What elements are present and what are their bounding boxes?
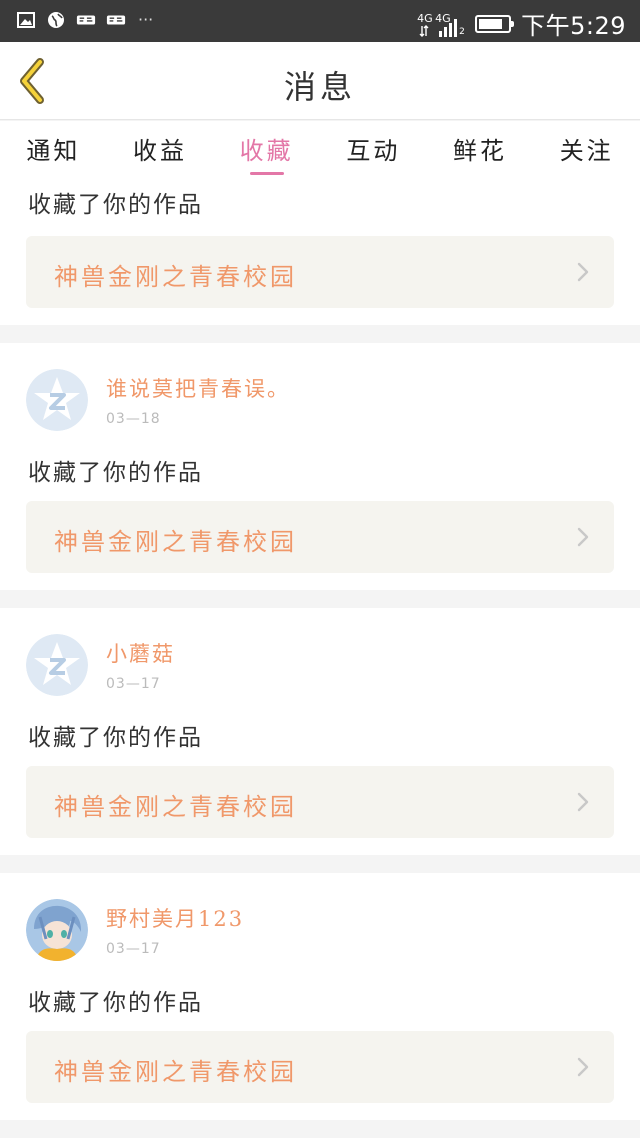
battery-icon (475, 14, 515, 33)
user-row[interactable]: 小蘑菇 03—17 (26, 634, 175, 696)
user-info: 谁说莫把青春误。 03—18 (106, 373, 290, 427)
list-item: 小蘑菇 03—17 收藏了你的作品 神兽金刚之青春校园 (0, 608, 640, 855)
chevron-right-icon (577, 792, 589, 812)
post-date: 03—17 (106, 941, 161, 957)
status-bar: ··· 4G 4G 2 下午5:29 (0, 0, 640, 42)
chevron-right-icon (577, 262, 589, 282)
app-header: 消息 (0, 42, 640, 120)
user-row[interactable]: 谁说莫把青春误。 03—18 (26, 369, 290, 431)
post-date: 03—17 (106, 676, 161, 692)
work-link[interactable]: 神兽金刚之青春校园 (26, 766, 614, 838)
username[interactable]: 谁说莫把青春误。 (106, 373, 290, 403)
action-text: 收藏了你的作品 (28, 990, 203, 1016)
work-link[interactable]: 神兽金刚之青春校园 (26, 236, 614, 308)
page-title: 消息 (283, 68, 356, 106)
message-tabs: 通知 收益 收藏 互动 鲜花 关注 (0, 121, 640, 179)
tab-label: 通知 (26, 137, 81, 165)
tab-label: 收藏 (239, 137, 294, 165)
work-title: 神兽金刚之青春校园 (54, 793, 297, 821)
status-right: 4G 4G 2 下午5:29 (417, 6, 626, 41)
app-notification-icon-2 (106, 10, 126, 30)
avatar[interactable] (26, 899, 88, 961)
chevron-right-icon (577, 1057, 589, 1077)
list-item: 野村美月123 03—17 收藏了你的作品 神兽金刚之青春校园 (0, 873, 640, 1120)
status-left: ··· (16, 10, 153, 30)
avatar[interactable] (26, 369, 88, 431)
tab-interactions[interactable]: 互动 (320, 121, 427, 179)
tab-label: 鲜花 (453, 137, 508, 165)
avatar[interactable] (26, 634, 88, 696)
default-avatar-icon (26, 369, 88, 431)
default-avatar-icon (26, 634, 88, 696)
gallery-notification-icon (16, 10, 36, 30)
work-title: 神兽金刚之青春校园 (54, 528, 297, 556)
anime-avatar (26, 899, 88, 961)
action-text: 收藏了你的作品 (28, 725, 203, 751)
user-info: 小蘑菇 03—17 (106, 638, 175, 692)
tab-earnings[interactable]: 收益 (107, 121, 214, 179)
tab-label: 收益 (133, 137, 187, 165)
more-notifications-indicator: ··· (138, 10, 154, 29)
action-text: 收藏了你的作品 (28, 192, 203, 218)
tab-label: 关注 (559, 137, 614, 165)
list-item: 谁说莫把青春误。 03—18 收藏了你的作品 神兽金刚之青春校园 (0, 343, 640, 590)
globe-notification-icon (46, 10, 66, 30)
list-item: 收藏了你的作品 神兽金刚之青春校园 (0, 179, 640, 325)
sim-index: 2 (459, 26, 465, 37)
user-info: 野村美月123 03—17 (106, 903, 244, 957)
work-title: 神兽金刚之青春校园 (54, 263, 297, 291)
action-text: 收藏了你的作品 (28, 460, 203, 486)
username[interactable]: 野村美月123 (106, 903, 244, 933)
favorites-feed: 收藏了你的作品 神兽金刚之青春校园 谁说莫把青春误。 03—18 收藏了你的作品… (0, 179, 640, 1120)
work-title: 神兽金刚之青春校园 (54, 1058, 297, 1086)
tab-label: 互动 (346, 137, 401, 165)
tab-follows[interactable]: 关注 (533, 121, 640, 179)
signal-icon (419, 18, 458, 37)
network-indicator: 4G 4G 2 (417, 9, 465, 39)
tab-flowers[interactable]: 鲜花 (427, 121, 534, 179)
active-tab-indicator (249, 172, 284, 175)
app-notification-icon (76, 10, 96, 30)
status-time: 下午5:29 (521, 12, 626, 40)
tab-favorites[interactable]: 收藏 (213, 121, 320, 179)
work-link[interactable]: 神兽金刚之青春校园 (26, 1031, 614, 1103)
battery-level (479, 18, 503, 29)
tab-notifications[interactable]: 通知 (0, 121, 107, 179)
post-date: 03—18 (106, 411, 161, 427)
user-row[interactable]: 野村美月123 03—17 (26, 899, 244, 961)
username[interactable]: 小蘑菇 (106, 638, 175, 668)
work-link[interactable]: 神兽金刚之青春校园 (26, 501, 614, 573)
chevron-right-icon (577, 527, 589, 547)
